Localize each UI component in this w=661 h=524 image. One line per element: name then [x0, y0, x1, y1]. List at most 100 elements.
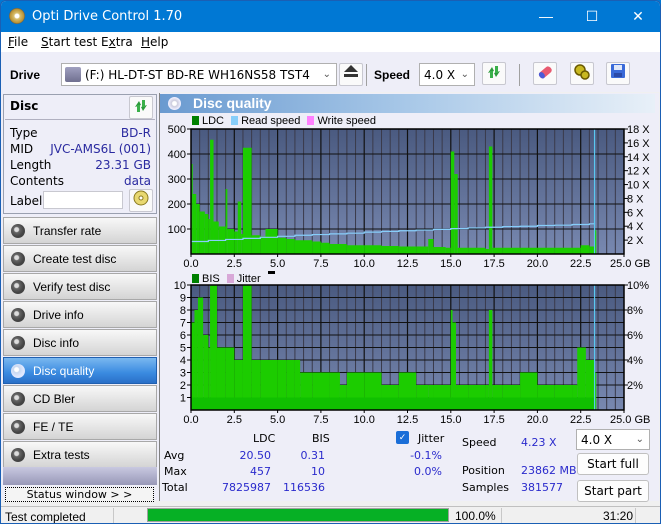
- ldc-bar: [320, 242, 330, 254]
- x-tick-label: 5.0: [270, 258, 285, 270]
- y-tick-label: 8: [180, 305, 186, 317]
- ldc-bar: [457, 247, 469, 254]
- y2-tick-label: 8 X: [627, 193, 644, 205]
- ldc-bar: [572, 247, 581, 254]
- y2-tick-label: 14 X: [627, 152, 650, 164]
- ldc-bar: [428, 239, 434, 254]
- y-tick-label: 200: [168, 199, 186, 211]
- status-divider: [113, 508, 114, 523]
- ldc-bar: [213, 221, 219, 254]
- y-tick-label: 3: [180, 368, 186, 380]
- x-tick-label: 12.5: [397, 258, 418, 270]
- speed-stat-value: 4.23 X: [521, 436, 557, 449]
- y2-tick-label: 6 X: [627, 207, 644, 219]
- y-tick-label: 500: [168, 124, 186, 136]
- ldc-bar: [260, 236, 266, 254]
- ldc-bar: [450, 151, 455, 254]
- samples-value: 381577: [521, 481, 563, 494]
- bis-bar: [488, 310, 493, 410]
- charts-svg: 50040030020010018 X16 X14 X12 X10 X8 X6 …: [168, 124, 651, 426]
- ldc-bar: [225, 189, 228, 254]
- ldc-bar: [329, 244, 347, 254]
- ldc-bar: [398, 246, 417, 254]
- jitter-label: Jitter: [418, 432, 445, 445]
- ldc-bar: [454, 174, 458, 254]
- start-full-button[interactable]: Start full: [577, 453, 649, 475]
- y2-tick-label: 2 X: [627, 235, 644, 247]
- stats-max-label: Max: [164, 465, 187, 478]
- ldc-bar: [580, 245, 590, 254]
- stats-max-ldc: 457: [250, 465, 271, 478]
- y2-tick-label: 12 X: [627, 166, 650, 178]
- ldc-bar: [364, 245, 382, 254]
- stats-total-bis: 116536: [283, 481, 325, 494]
- ldc-bar: [196, 204, 200, 254]
- stats-avg-bis: 0.31: [300, 449, 326, 462]
- ldc-bar: [492, 247, 503, 254]
- bis-bar: [194, 310, 198, 410]
- ldc-bar: [286, 239, 295, 254]
- ldc-bar: [210, 139, 214, 254]
- stats-avg-label: Avg: [164, 449, 185, 462]
- bis-bar: [452, 322, 456, 410]
- y-tick-label: 9: [180, 293, 186, 305]
- stats-avg-ldc: 20.50: [239, 449, 272, 462]
- test-speed-select[interactable]: 4.0 X ⌄: [576, 429, 650, 450]
- y2-tick-label: 8%: [627, 305, 643, 317]
- x-tick-label: 7.5: [313, 258, 328, 270]
- ldc-bar: [416, 246, 429, 254]
- x-tick-label: 0.0: [183, 258, 198, 270]
- x-tick-label: 2.5: [227, 258, 242, 270]
- x-tick-label: 15.0: [440, 414, 461, 426]
- y-tick-label: 1: [180, 393, 186, 405]
- jitter-checkbox[interactable]: ✓: [396, 431, 409, 444]
- jitter-avg: -0.1%: [410, 449, 442, 462]
- x-tick-label: 7.5: [313, 414, 328, 426]
- y-tick-label: 300: [168, 174, 186, 186]
- x-tick-label: 17.5: [483, 414, 504, 426]
- progress-percent: 100.0%: [455, 509, 496, 523]
- y2-tick-label: 4 X: [627, 221, 644, 233]
- ldc-bar: [241, 234, 243, 254]
- y2-tick-label: 10 X: [627, 180, 650, 192]
- bis-bar: [210, 285, 217, 410]
- chevron-down-icon: ⌄: [635, 434, 644, 445]
- ldc-bar: [234, 231, 238, 254]
- x-tick-label: 25.0 GB: [610, 258, 650, 270]
- ldc-bar: [554, 247, 573, 254]
- stats-col-bis: BIS: [312, 432, 330, 445]
- x-tick-label: 22.5: [570, 414, 591, 426]
- x-tick-label: 20.0: [527, 414, 548, 426]
- app-window: Opti Drive Control 1.70 — ☐ ✕ File Start…: [0, 0, 661, 524]
- start-part-button[interactable]: Start part: [577, 480, 649, 502]
- progress-fill: [148, 509, 448, 521]
- stats-total-label: Total: [162, 481, 188, 494]
- ldc-bar: [589, 246, 595, 254]
- y-tick-label: 5: [180, 343, 186, 355]
- ldc-bar: [346, 245, 365, 254]
- ldc-bar: [468, 247, 486, 254]
- y-tick-label: 10: [174, 280, 186, 292]
- x-tick-label: 22.5: [570, 258, 591, 270]
- x-tick-label: 17.5: [483, 258, 504, 270]
- x-tick-label: 0.0: [183, 414, 198, 426]
- ldc-bar: [192, 194, 197, 254]
- ldc-bar: [237, 201, 242, 254]
- y-tick-label: 2: [180, 380, 186, 392]
- stats-col-ldc: LDC: [253, 432, 276, 445]
- y-tick-label: 100: [168, 224, 186, 236]
- bis-bar: [191, 397, 595, 410]
- y2-tick-label: 18 X: [627, 124, 650, 136]
- x-tick-label: 12.5: [397, 414, 418, 426]
- y-tick-label: 6: [180, 330, 186, 342]
- x-tick-label: 2.5: [227, 414, 242, 426]
- ldc-bar: [502, 247, 521, 254]
- status-text: Test completed: [5, 510, 86, 524]
- position-label: Position: [462, 464, 505, 477]
- ldc-bar: [208, 219, 211, 254]
- elapsed-time: 31:20: [603, 509, 634, 523]
- y2-tick-label: 10%: [627, 280, 649, 292]
- ldc-bar: [199, 211, 205, 254]
- ldc-bar: [265, 229, 278, 254]
- bis-bar: [197, 297, 204, 410]
